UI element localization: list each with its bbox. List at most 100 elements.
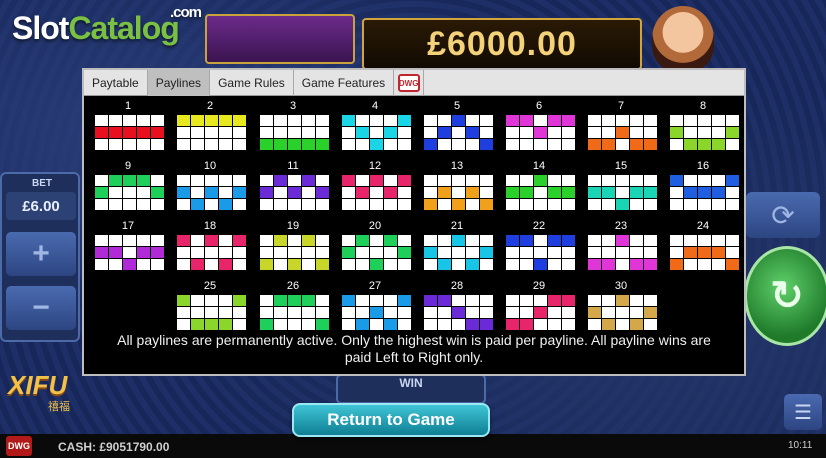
payline-cell	[176, 139, 190, 150]
payline-cell	[519, 235, 533, 246]
payline-cell	[383, 175, 397, 186]
payline-cell	[190, 175, 204, 186]
payline-cell	[423, 127, 437, 138]
payline-cell	[547, 115, 561, 126]
payline-cell	[561, 307, 575, 318]
return-to-game-button[interactable]: Return to Game	[292, 403, 490, 437]
spin-button[interactable]: ↻	[744, 246, 826, 346]
payline-cell	[176, 175, 190, 186]
payline-cell	[669, 127, 683, 138]
payline-cell	[176, 187, 190, 198]
payline-cell	[259, 199, 273, 210]
payline-cell	[315, 199, 329, 210]
payline-cell	[273, 319, 287, 330]
payline-cell	[423, 235, 437, 246]
payline-cell	[601, 139, 615, 150]
payline-cell	[315, 307, 329, 318]
payline-cell	[301, 175, 315, 186]
payline-cell	[697, 175, 711, 186]
payline-pattern	[258, 114, 329, 151]
tab-brand[interactable]: DWG	[394, 70, 425, 96]
payline-cell	[218, 199, 232, 210]
payline-10: 10	[175, 160, 246, 211]
payline-cell	[629, 235, 643, 246]
payline-cell	[451, 235, 465, 246]
autoplay-button[interactable]: ⟳	[746, 192, 820, 238]
payline-pattern	[586, 294, 657, 331]
payline-cell	[561, 187, 575, 198]
payline-cell	[697, 247, 711, 258]
payline-cell	[341, 115, 355, 126]
payline-cell	[301, 319, 315, 330]
payline-cell	[232, 139, 246, 150]
payline-cell	[697, 199, 711, 210]
payline-cell	[259, 295, 273, 306]
payline-pattern	[258, 234, 329, 271]
payline-cell	[341, 235, 355, 246]
payline-cell	[383, 295, 397, 306]
payline-cell	[108, 199, 122, 210]
payline-cell	[150, 259, 164, 270]
payline-cell	[437, 187, 451, 198]
payline-cell	[204, 295, 218, 306]
payline-cell	[122, 247, 136, 258]
payline-cell	[601, 187, 615, 198]
payline-cell	[561, 295, 575, 306]
bet-decrease-button[interactable]: −	[6, 286, 76, 330]
payline-cell	[259, 127, 273, 138]
payline-cell	[547, 259, 561, 270]
payline-cell	[533, 199, 547, 210]
payline-cell	[287, 235, 301, 246]
payline-cell	[369, 115, 383, 126]
tab-game-features[interactable]: Game Features	[294, 70, 395, 96]
payline-cell	[355, 175, 369, 186]
payline-number: 12	[368, 160, 382, 172]
payline-cell	[218, 319, 232, 330]
payline-cell	[519, 319, 533, 330]
payline-cell	[176, 235, 190, 246]
payline-cell	[273, 175, 287, 186]
payline-cell	[383, 235, 397, 246]
payline-cell	[287, 139, 301, 150]
payline-cell	[711, 235, 725, 246]
payline-cell	[479, 307, 493, 318]
payline-cell	[108, 115, 122, 126]
payline-3: 3	[258, 100, 329, 151]
payline-20: 20	[340, 220, 411, 271]
payline-cell	[643, 175, 657, 186]
payline-cell	[218, 127, 232, 138]
payline-cell	[587, 127, 601, 138]
reel-preview	[205, 14, 355, 64]
payline-18: 18	[175, 220, 246, 271]
payline-cell	[259, 139, 273, 150]
payline-cell	[533, 235, 547, 246]
payline-cell	[423, 139, 437, 150]
payline-cell	[437, 295, 451, 306]
payline-cell	[397, 295, 411, 306]
payline-cell	[451, 319, 465, 330]
payline-cell	[122, 199, 136, 210]
payline-cell	[561, 175, 575, 186]
payline-12: 12	[340, 160, 411, 211]
payline-pattern	[93, 234, 164, 271]
menu-button[interactable]: ☰	[784, 394, 822, 430]
payline-cell	[505, 235, 519, 246]
payline-cell	[601, 259, 615, 270]
tab-paytable[interactable]: Paytable	[84, 70, 148, 96]
payline-cell	[519, 187, 533, 198]
tab-paylines[interactable]: Paylines	[147, 70, 211, 96]
payline-cell	[369, 247, 383, 258]
payline-pattern	[422, 114, 493, 151]
payline-cell	[601, 307, 615, 318]
bet-increase-button[interactable]: +	[6, 232, 76, 276]
payline-cell	[397, 307, 411, 318]
payline-cell	[533, 187, 547, 198]
payline-cell	[301, 247, 315, 258]
payline-1: 1	[93, 100, 164, 151]
payline-cell	[383, 259, 397, 270]
tab-game-rules[interactable]: Game Rules	[210, 70, 294, 96]
payline-cell	[136, 187, 150, 198]
payline-cell	[218, 307, 232, 318]
logo-catalog-text: Catalog	[68, 10, 179, 46]
payline-cell	[355, 115, 369, 126]
